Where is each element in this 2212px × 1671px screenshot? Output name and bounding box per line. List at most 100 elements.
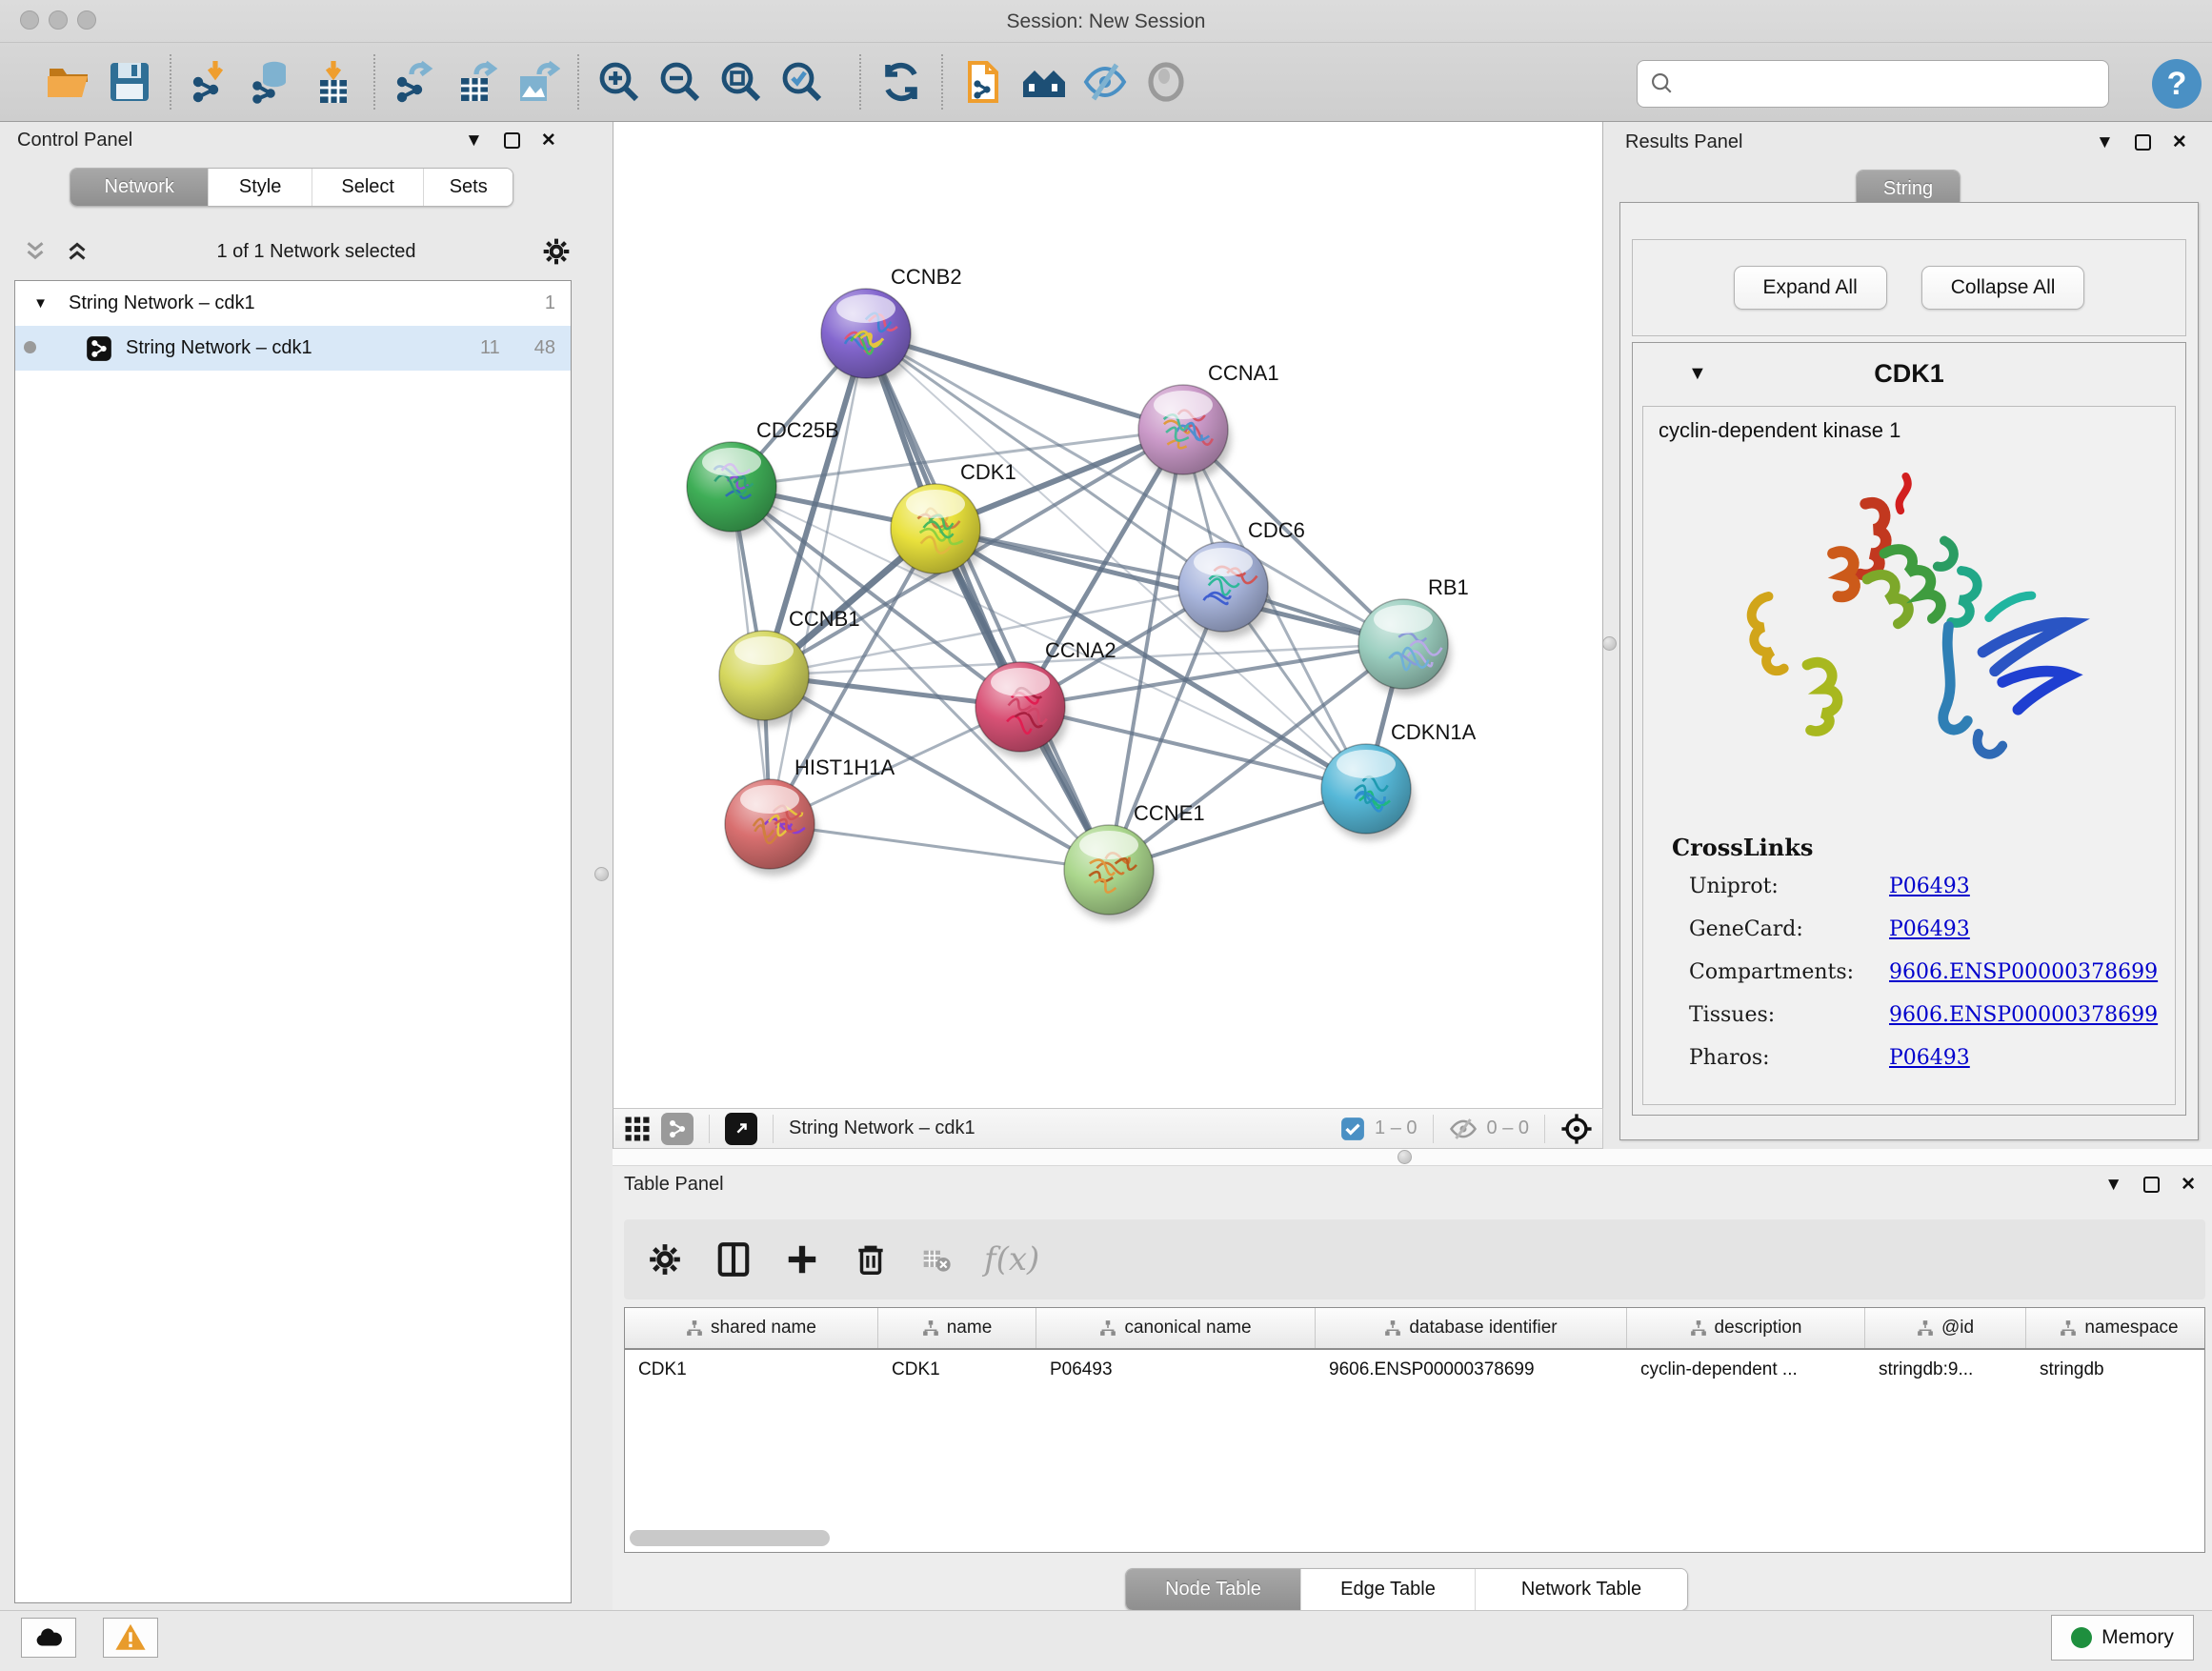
crosslink-link[interactable]: 9606.ENSP00000378699 — [1889, 1003, 2158, 1027]
crosslink-link[interactable]: P06493 — [1889, 875, 1970, 898]
network-canvas[interactable]: CCNB2CCNA1CDC25BCDK1CDC6RB1CCNB1CCNA2CDK… — [613, 122, 1603, 1108]
detach-view-icon[interactable] — [725, 1113, 757, 1145]
cell-name[interactable]: CDK1 — [878, 1359, 1036, 1380]
splitter-handle-dot[interactable] — [1398, 1150, 1412, 1164]
node-CCNA1[interactable]: CCNA1 — [1138, 361, 1279, 474]
birds-eye-view-icon[interactable] — [1560, 1113, 1593, 1145]
cell-canonical-name[interactable]: P06493 — [1036, 1359, 1316, 1380]
network-view-icon[interactable] — [661, 1113, 694, 1145]
search-field[interactable] — [1637, 60, 2109, 108]
column-header-name[interactable]: name — [878, 1308, 1036, 1348]
cloud-status-button[interactable] — [21, 1618, 76, 1658]
expand-all-button[interactable]: Expand All — [1734, 266, 1887, 310]
float-panel-icon[interactable]: ▼ — [465, 131, 483, 151]
save-session-icon[interactable] — [99, 51, 160, 112]
string-home-icon[interactable] — [1014, 51, 1075, 112]
crosslinks-title: CrossLinks — [1672, 834, 2158, 861]
import-database-icon[interactable] — [242, 51, 303, 112]
edge-CCNB2-CCNE1[interactable] — [866, 333, 1109, 870]
column-type-icon — [922, 1319, 939, 1337]
cell-id[interactable]: stringdb:9... — [1865, 1359, 2026, 1380]
cell-database-identifier[interactable]: 9606.ENSP00000378699 — [1316, 1359, 1627, 1380]
tab-network-table[interactable]: Network Table — [1475, 1569, 1687, 1610]
edge-CDK1-RB1[interactable] — [935, 529, 1403, 644]
float-panel-icon[interactable]: ▼ — [2096, 132, 2114, 153]
export-table-icon[interactable] — [446, 51, 507, 112]
zoom-selected-icon[interactable] — [772, 51, 833, 112]
cell-description[interactable]: cyclin-dependent ... — [1627, 1359, 1865, 1380]
zoom-out-icon[interactable] — [650, 51, 711, 112]
node-CDK1[interactable]: CDK1 — [891, 460, 1016, 574]
create-column-plus-icon[interactable] — [784, 1241, 820, 1278]
warnings-button[interactable] — [103, 1618, 158, 1658]
close-panel-icon[interactable]: ✕ — [541, 130, 556, 151]
cell-namespace[interactable]: stringdb — [2026, 1359, 2205, 1380]
tab-network[interactable]: Network — [70, 169, 208, 206]
network-collection-row[interactable]: ▼ String Network – cdk1 1 — [15, 281, 571, 326]
crosslink-link[interactable]: P06493 — [1889, 1046, 1970, 1070]
left-splitter-handle[interactable] — [594, 867, 609, 881]
column-header-canonical-name[interactable]: canonical name — [1036, 1308, 1316, 1348]
edge-count: 48 — [534, 337, 555, 359]
memory-button[interactable]: Memory — [2051, 1615, 2194, 1661]
grid-view-icon[interactable] — [623, 1115, 652, 1143]
refresh-view-icon[interactable] — [871, 51, 932, 112]
network-view-toolbar: String Network – cdk1 1 – 0 0 – 0 — [613, 1108, 1603, 1149]
column-header-namespace[interactable]: namespace — [2026, 1308, 2205, 1348]
horizontal-scrollbar-thumb[interactable] — [630, 1530, 830, 1546]
import-table-icon[interactable] — [303, 51, 364, 112]
help-icon[interactable]: ? — [2152, 59, 2202, 109]
tab-edge-table[interactable]: Edge Table — [1300, 1569, 1475, 1610]
edge-HIST1H1A-CCNE1[interactable] — [770, 824, 1109, 870]
close-panel-icon[interactable]: ✕ — [2172, 131, 2187, 153]
edge-CCNB2-CCNA1[interactable] — [866, 333, 1183, 430]
node-RB1[interactable]: RB1 — [1358, 575, 1469, 689]
column-header-id[interactable]: @id — [1865, 1308, 2026, 1348]
control-panel-title: Control Panel — [17, 130, 132, 151]
column-header-description[interactable]: description — [1627, 1308, 1865, 1348]
crosslink-link[interactable]: P06493 — [1889, 917, 1970, 941]
section-collapse-icon[interactable]: ▼ — [1688, 363, 1707, 385]
tab-sets[interactable]: Sets — [423, 169, 513, 206]
tab-select[interactable]: Select — [312, 169, 424, 206]
collapse-all-button[interactable]: Collapse All — [1921, 266, 2085, 310]
eye-slash-icon[interactable] — [1075, 51, 1136, 112]
close-panel-icon[interactable]: ✕ — [2181, 1174, 2196, 1196]
export-network-icon[interactable] — [385, 51, 446, 112]
maximize-panel-icon[interactable] — [2143, 1177, 2160, 1193]
edge-CCNA2-CDKN1A[interactable] — [1020, 707, 1366, 789]
warning-icon — [114, 1621, 147, 1654]
node-CCNB2[interactable]: CCNB2 — [821, 265, 962, 378]
tab-style[interactable]: Style — [208, 169, 312, 206]
crosslink-link[interactable]: 9606.ENSP00000378699 — [1889, 960, 2158, 984]
column-header-shared-name[interactable]: shared name — [625, 1308, 878, 1348]
zoom-in-icon[interactable] — [589, 51, 650, 112]
maximize-panel-icon[interactable] — [504, 132, 520, 149]
expand-all-icon[interactable] — [21, 237, 50, 266]
node-gloss — [1194, 548, 1253, 576]
open-session-icon[interactable] — [38, 51, 99, 112]
zoom-fit-icon[interactable] — [711, 51, 772, 112]
import-network-icon[interactable] — [181, 51, 242, 112]
eye-icon[interactable] — [1136, 51, 1196, 112]
network-row-selected[interactable]: String Network – cdk1 11 48 — [15, 326, 571, 371]
table-settings-gear-icon[interactable] — [647, 1241, 683, 1278]
hidden-eye-slash-icon[interactable] — [1449, 1115, 1478, 1143]
window-header: Session: New Session — [0, 0, 2212, 122]
tab-node-table[interactable]: Node Table — [1126, 1569, 1300, 1610]
show-columns-icon[interactable] — [715, 1241, 752, 1278]
cell-shared-name[interactable]: CDK1 — [625, 1359, 878, 1380]
float-panel-icon[interactable]: ▼ — [2104, 1175, 2122, 1196]
collapse-triangle-icon[interactable]: ▼ — [15, 295, 48, 312]
node-CDKN1A[interactable]: CDKN1A — [1321, 720, 1477, 834]
share-document-icon[interactable] — [953, 51, 1014, 112]
search-input[interactable] — [1676, 65, 2108, 103]
table-row[interactable]: CDK1CDK1P064939606.ENSP00000378699cyclin… — [625, 1350, 2204, 1390]
network-options-gear-icon[interactable] — [541, 236, 572, 267]
export-image-icon[interactable] — [507, 51, 568, 112]
maximize-panel-icon[interactable] — [2135, 134, 2151, 151]
collapse-all-icon[interactable] — [63, 237, 91, 266]
delete-column-trash-icon[interactable] — [853, 1241, 889, 1278]
selected-checkbox-icon[interactable] — [1340, 1117, 1365, 1141]
column-header-database-identifier[interactable]: database identifier — [1316, 1308, 1627, 1348]
